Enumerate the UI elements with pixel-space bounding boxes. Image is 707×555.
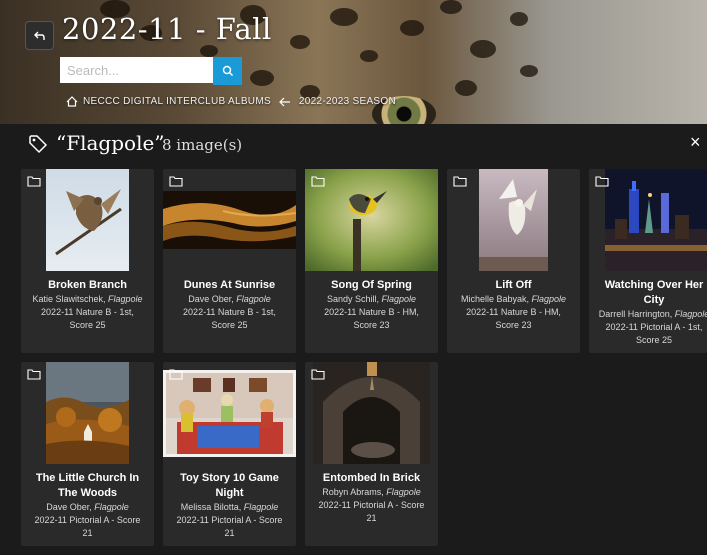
search-icon (222, 65, 233, 77)
card-award: 2022-11 Pictorial A - Score (34, 515, 141, 525)
card-score: Score 25 (211, 320, 248, 330)
card-score: Score 25 (635, 335, 673, 345)
card-title[interactable]: The Little Church In The Woods (21, 471, 154, 501)
card-title[interactable]: Lift Off (447, 278, 580, 293)
card-tag[interactable]: Flagpole (675, 309, 707, 319)
image-card[interactable]: Lift Off Michelle Babyak, Flagpole 2022-… (447, 169, 580, 353)
image-card[interactable]: Toy Story 10 Game Night Melissa Bilotta,… (163, 362, 296, 546)
search-button[interactable] (213, 57, 242, 85)
image-card[interactable]: Broken Branch Katie Slawitschek, Flagpol… (21, 169, 154, 353)
photo-thumbnail (479, 169, 548, 271)
card-tag[interactable]: Flagpole (386, 487, 421, 497)
photo-thumbnail (605, 169, 707, 271)
home-icon (66, 96, 78, 107)
image-card[interactable]: Dunes At Sunrise Dave Ober, Flagpole 202… (163, 169, 296, 353)
image-count: 8 image(s) (162, 136, 243, 154)
card-author: Dave Ober (46, 502, 90, 512)
card-award: 2022-11 Nature B - HM, (466, 307, 561, 317)
card-title[interactable]: Watching Over Her City (589, 278, 707, 308)
image-card[interactable]: The Little Church In The Woods Dave Ober… (21, 362, 154, 546)
back-arrow-icon (33, 31, 45, 40)
card-author: Michelle Babyak (460, 294, 527, 304)
left-arrow-icon (279, 97, 290, 106)
card-author: Robyn Abrams (322, 487, 382, 497)
card-score: 21 (82, 528, 93, 538)
breadcrumb: NECCC DIGITAL INTERCLUB ALBUMS 2022-2023… (66, 96, 396, 107)
card-award: 2022-11 Nature B - 1st, (183, 307, 276, 317)
card-score: 21 (366, 513, 377, 523)
folder-icon (453, 176, 467, 187)
folder-icon (27, 176, 41, 187)
close-icon[interactable]: × (690, 132, 701, 153)
photo-thumbnail (313, 362, 430, 464)
photo-thumbnail (163, 191, 296, 249)
breadcrumb-link-albums[interactable]: NECCC DIGITAL INTERCLUB ALBUMS (83, 96, 271, 107)
tag-icon (29, 135, 48, 154)
back-button[interactable] (25, 21, 54, 50)
card-award: 2022-11 Pictorial A - Score (176, 515, 283, 525)
card-author: Darrell Harrington (598, 309, 670, 319)
card-award: 2022-11 Pictorial A - 1st, (605, 322, 703, 332)
folder-icon (169, 369, 183, 380)
card-title[interactable]: Broken Branch (21, 278, 154, 293)
card-title[interactable]: Entombed In Brick (305, 471, 438, 486)
card-tag[interactable]: Flagpole (236, 294, 271, 304)
card-tag[interactable]: Flagpole (532, 294, 567, 304)
tag-title: “Flagpole” (56, 131, 165, 155)
album-header: 2022-11 - Fall NECCC DIGITAL INTERCLUB A… (0, 0, 707, 124)
card-award: 2022-11 Pictorial A - Score (318, 500, 425, 510)
card-author: Melissa Bilotta (180, 502, 239, 512)
card-score: Score 23 (495, 320, 532, 330)
image-card[interactable]: Watching Over Her City Darrell Harringto… (589, 169, 707, 353)
card-title[interactable]: Song Of Spring (305, 278, 438, 293)
card-tag[interactable]: Flagpole (108, 294, 143, 304)
card-author: Sandy Schill (326, 294, 377, 304)
card-tag[interactable]: Flagpole (382, 294, 417, 304)
folder-icon (27, 369, 41, 380)
page-title: 2022-11 - Fall (62, 12, 272, 46)
card-tag[interactable]: Flagpole (244, 502, 279, 512)
card-tag[interactable]: Flagpole (94, 502, 129, 512)
folder-icon (311, 176, 325, 187)
card-score: Score 23 (353, 320, 390, 330)
card-author: Katie Slawitschek (32, 294, 103, 304)
results-panel-header: “Flagpole” 8 image(s) × (0, 124, 707, 164)
image-card[interactable]: Song Of Spring Sandy Schill, Flagpole 20… (305, 169, 438, 353)
folder-icon (311, 369, 325, 380)
search-bar (60, 57, 242, 85)
card-award: 2022-11 Nature B - 1st, (41, 307, 134, 317)
photo-thumbnail (163, 370, 296, 457)
card-award: 2022-11 Nature B - HM, (324, 307, 419, 317)
card-score: Score 25 (69, 320, 106, 330)
card-author: Dave Ober (188, 294, 232, 304)
photo-thumbnail (46, 169, 129, 271)
search-input[interactable] (60, 57, 213, 83)
card-title[interactable]: Toy Story 10 Game Night (163, 471, 296, 501)
image-card[interactable]: Entombed In Brick Robyn Abrams, Flagpole… (305, 362, 438, 546)
folder-icon (169, 176, 183, 187)
breadcrumb-link-season[interactable]: 2022-2023 SEASON (299, 96, 396, 107)
card-score: 21 (224, 528, 235, 538)
card-title[interactable]: Dunes At Sunrise (163, 278, 296, 293)
photo-thumbnail (46, 362, 129, 464)
folder-icon (595, 176, 609, 187)
